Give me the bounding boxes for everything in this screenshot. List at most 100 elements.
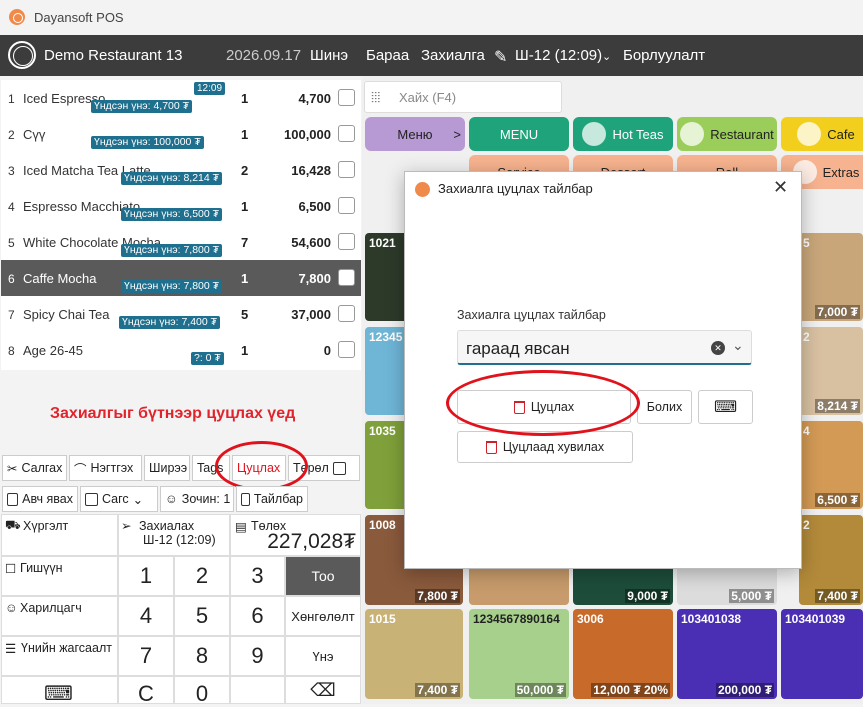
- list-icon: ☰: [5, 642, 17, 656]
- split-button[interactable]: ✂ Салгах: [2, 455, 67, 481]
- member-button[interactable]: ☐ Гишүүн: [1, 556, 118, 596]
- qty-mode-button[interactable]: Тоо: [285, 556, 361, 596]
- product-tile[interactable]: 2 7,400 ₮: [799, 515, 863, 605]
- key-5[interactable]: 5: [174, 596, 230, 636]
- dialog-title: Захиалга цуцлах тайлбар: [438, 181, 593, 196]
- product-tile[interactable]: 1234567890164 50,000 ₮: [469, 609, 569, 699]
- discount-mode-button[interactable]: Хөнгөлөлт: [285, 596, 361, 636]
- clear-icon[interactable]: ✕: [711, 341, 725, 355]
- item-checkbox[interactable]: [338, 233, 355, 250]
- key-2[interactable]: 2: [174, 556, 230, 596]
- item-name: Caffe Mocha: [23, 271, 97, 286]
- nav-products[interactable]: Бараа: [366, 47, 409, 64]
- item-checkbox[interactable]: [338, 161, 355, 178]
- pencil-icon[interactable]: ✎: [494, 47, 507, 67]
- list-item[interactable]: 3 Iced Matcha Tea Latte Үндсэн үнэ: 8,21…: [1, 152, 361, 188]
- item-qty: 1: [241, 271, 249, 286]
- key-9[interactable]: 9: [230, 636, 285, 676]
- takeaway-icon: [7, 492, 19, 506]
- scissors-icon: ✂: [7, 461, 18, 476]
- item-amount: 16,428: [291, 163, 331, 178]
- list-item[interactable]: 5 White Chocolate Mocha Үндсэн үнэ: 7,80…: [1, 224, 361, 260]
- chevron-right-icon: >: [453, 126, 461, 142]
- item-qty: 1: [241, 343, 249, 358]
- list-item[interactable]: 4 Espresso Macchiato Үндсэн үнэ: 6,500 ₮…: [1, 188, 361, 224]
- receipt-icon: ▤: [235, 520, 247, 534]
- item-checkbox[interactable]: [338, 125, 355, 142]
- product-tile[interactable]: 103401038 200,000 ₮: [677, 609, 777, 699]
- send-order-button[interactable]: ➢ Захиалах Ш-12 (12:09): [118, 514, 230, 556]
- restaurant-logo-icon: [8, 41, 36, 69]
- dismiss-button[interactable]: Болих: [637, 390, 692, 424]
- product-tile[interactable]: 5 7,000 ₮: [799, 233, 863, 321]
- basket-button[interactable]: Сагс ⌄: [80, 486, 158, 512]
- keyboard-button[interactable]: ⌨: [1, 676, 118, 705]
- key-1[interactable]: 1: [118, 556, 174, 596]
- key-8[interactable]: 8: [174, 636, 230, 676]
- base-price-badge: ?: 0 ₮: [191, 352, 224, 365]
- close-icon[interactable]: ✕: [773, 177, 788, 198]
- item-qty: 5: [241, 307, 249, 322]
- list-item[interactable]: 7 Spicy Chai Tea Үндсэн үнэ: 7,400 ₮ 5 3…: [1, 296, 361, 332]
- nav-orders[interactable]: Захиалга: [421, 47, 485, 64]
- chevron-down-icon[interactable]: ⌄: [732, 337, 744, 354]
- key-3[interactable]: 3: [230, 556, 285, 596]
- reason-label: Захиалга цуцлах тайлбар: [457, 308, 606, 322]
- list-item[interactable]: 8 Age 26-45 ?: 0 ₮ 1 0: [1, 332, 361, 368]
- price-list-button[interactable]: ☰ Үнийн жагсаалт: [1, 636, 118, 676]
- chevron-down-icon[interactable]: ⌄: [602, 50, 611, 63]
- category-menu-en[interactable]: MENU: [469, 117, 569, 151]
- product-tile[interactable]: 2 8,214 ₮: [799, 327, 863, 415]
- customer-button[interactable]: ☺ Харилцагч: [1, 596, 118, 636]
- nav-current-order[interactable]: Ш-12 (12:09): [515, 47, 602, 64]
- payment-pad: ⛟ Хүргэлт ➢ Захиалах Ш-12 (12:09) ▤ Төлө…: [1, 514, 361, 706]
- order-list: 12:09 1 Iced Espresso Үндсэн үнэ: 4,700 …: [1, 80, 361, 370]
- list-item[interactable]: 12:09 1 Iced Espresso Үндсэн үнэ: 4,700 …: [1, 80, 361, 116]
- reason-input[interactable]: гараад явсан ✕ ⌄: [457, 330, 752, 365]
- category-hot-teas[interactable]: Hot Teas: [573, 117, 673, 151]
- item-amount: 4,700: [298, 91, 331, 106]
- table-button[interactable]: Ширээ: [144, 455, 190, 481]
- dish-icon: [680, 122, 705, 146]
- restaurant-name[interactable]: Demo Restaurant 13: [44, 47, 182, 64]
- takeaway-button[interactable]: Авч явах: [2, 486, 78, 512]
- note-button[interactable]: Тайлбар: [236, 486, 308, 512]
- key-6[interactable]: 6: [230, 596, 285, 636]
- price-mode-button[interactable]: Үнэ: [285, 636, 361, 676]
- product-tile[interactable]: 1015 7,400 ₮: [365, 609, 463, 699]
- item-qty: 7: [241, 235, 249, 250]
- key-7[interactable]: 7: [118, 636, 174, 676]
- product-tile[interactable]: 4 6,500 ₮: [799, 421, 863, 509]
- item-number: 6: [8, 272, 15, 286]
- list-item[interactable]: 2 Сүү Үндсэн үнэ: 100,000 ₮ 1 100,000: [1, 116, 361, 152]
- highlight-ring: [446, 370, 640, 436]
- item-amount: 6,500: [298, 199, 331, 214]
- item-checkbox[interactable]: [338, 197, 355, 214]
- key-blank[interactable]: [230, 676, 285, 704]
- category-cafe[interactable]: Cafe: [781, 117, 863, 151]
- item-qty: 1: [241, 127, 249, 142]
- guest-button[interactable]: ☺ Зочин: 1: [160, 486, 234, 512]
- item-name: Age 26-45: [23, 343, 83, 358]
- product-tile[interactable]: 103401039: [781, 609, 863, 699]
- nav-new[interactable]: Шинэ: [310, 47, 348, 64]
- item-checkbox[interactable]: [338, 341, 355, 358]
- delivery-button[interactable]: ⛟ Хүргэлт: [1, 514, 118, 556]
- pay-total[interactable]: ▤ Төлөх 227,028₮: [230, 514, 361, 556]
- item-checkbox[interactable]: [338, 305, 355, 322]
- list-item-selected[interactable]: 6 Caffe Mocha Үндсэн үнэ: 7,800 ₮ 1 7,80…: [1, 260, 361, 296]
- keyboard-icon[interactable]: ⌨: [698, 390, 753, 424]
- item-checkbox[interactable]: [338, 269, 355, 286]
- product-tile[interactable]: 3006 12,000 ₮ 20%: [573, 609, 673, 699]
- category-restaurant[interactable]: Restaurant: [677, 117, 777, 151]
- member-icon: ☐: [5, 562, 17, 576]
- nav-sales[interactable]: Борлуулалт: [623, 47, 705, 64]
- key-4[interactable]: 4: [118, 596, 174, 636]
- search-input[interactable]: ⦙⦙⦙ Хайх (F4): [364, 81, 562, 113]
- backspace-icon[interactable]: ⌫: [285, 676, 361, 704]
- item-checkbox[interactable]: [338, 89, 355, 106]
- key-clear[interactable]: C: [118, 676, 174, 706]
- category-menu[interactable]: Меню >: [365, 117, 465, 151]
- key-0[interactable]: 0: [174, 676, 230, 706]
- merge-button[interactable]: ⌒ Нэгтгэх: [69, 455, 142, 481]
